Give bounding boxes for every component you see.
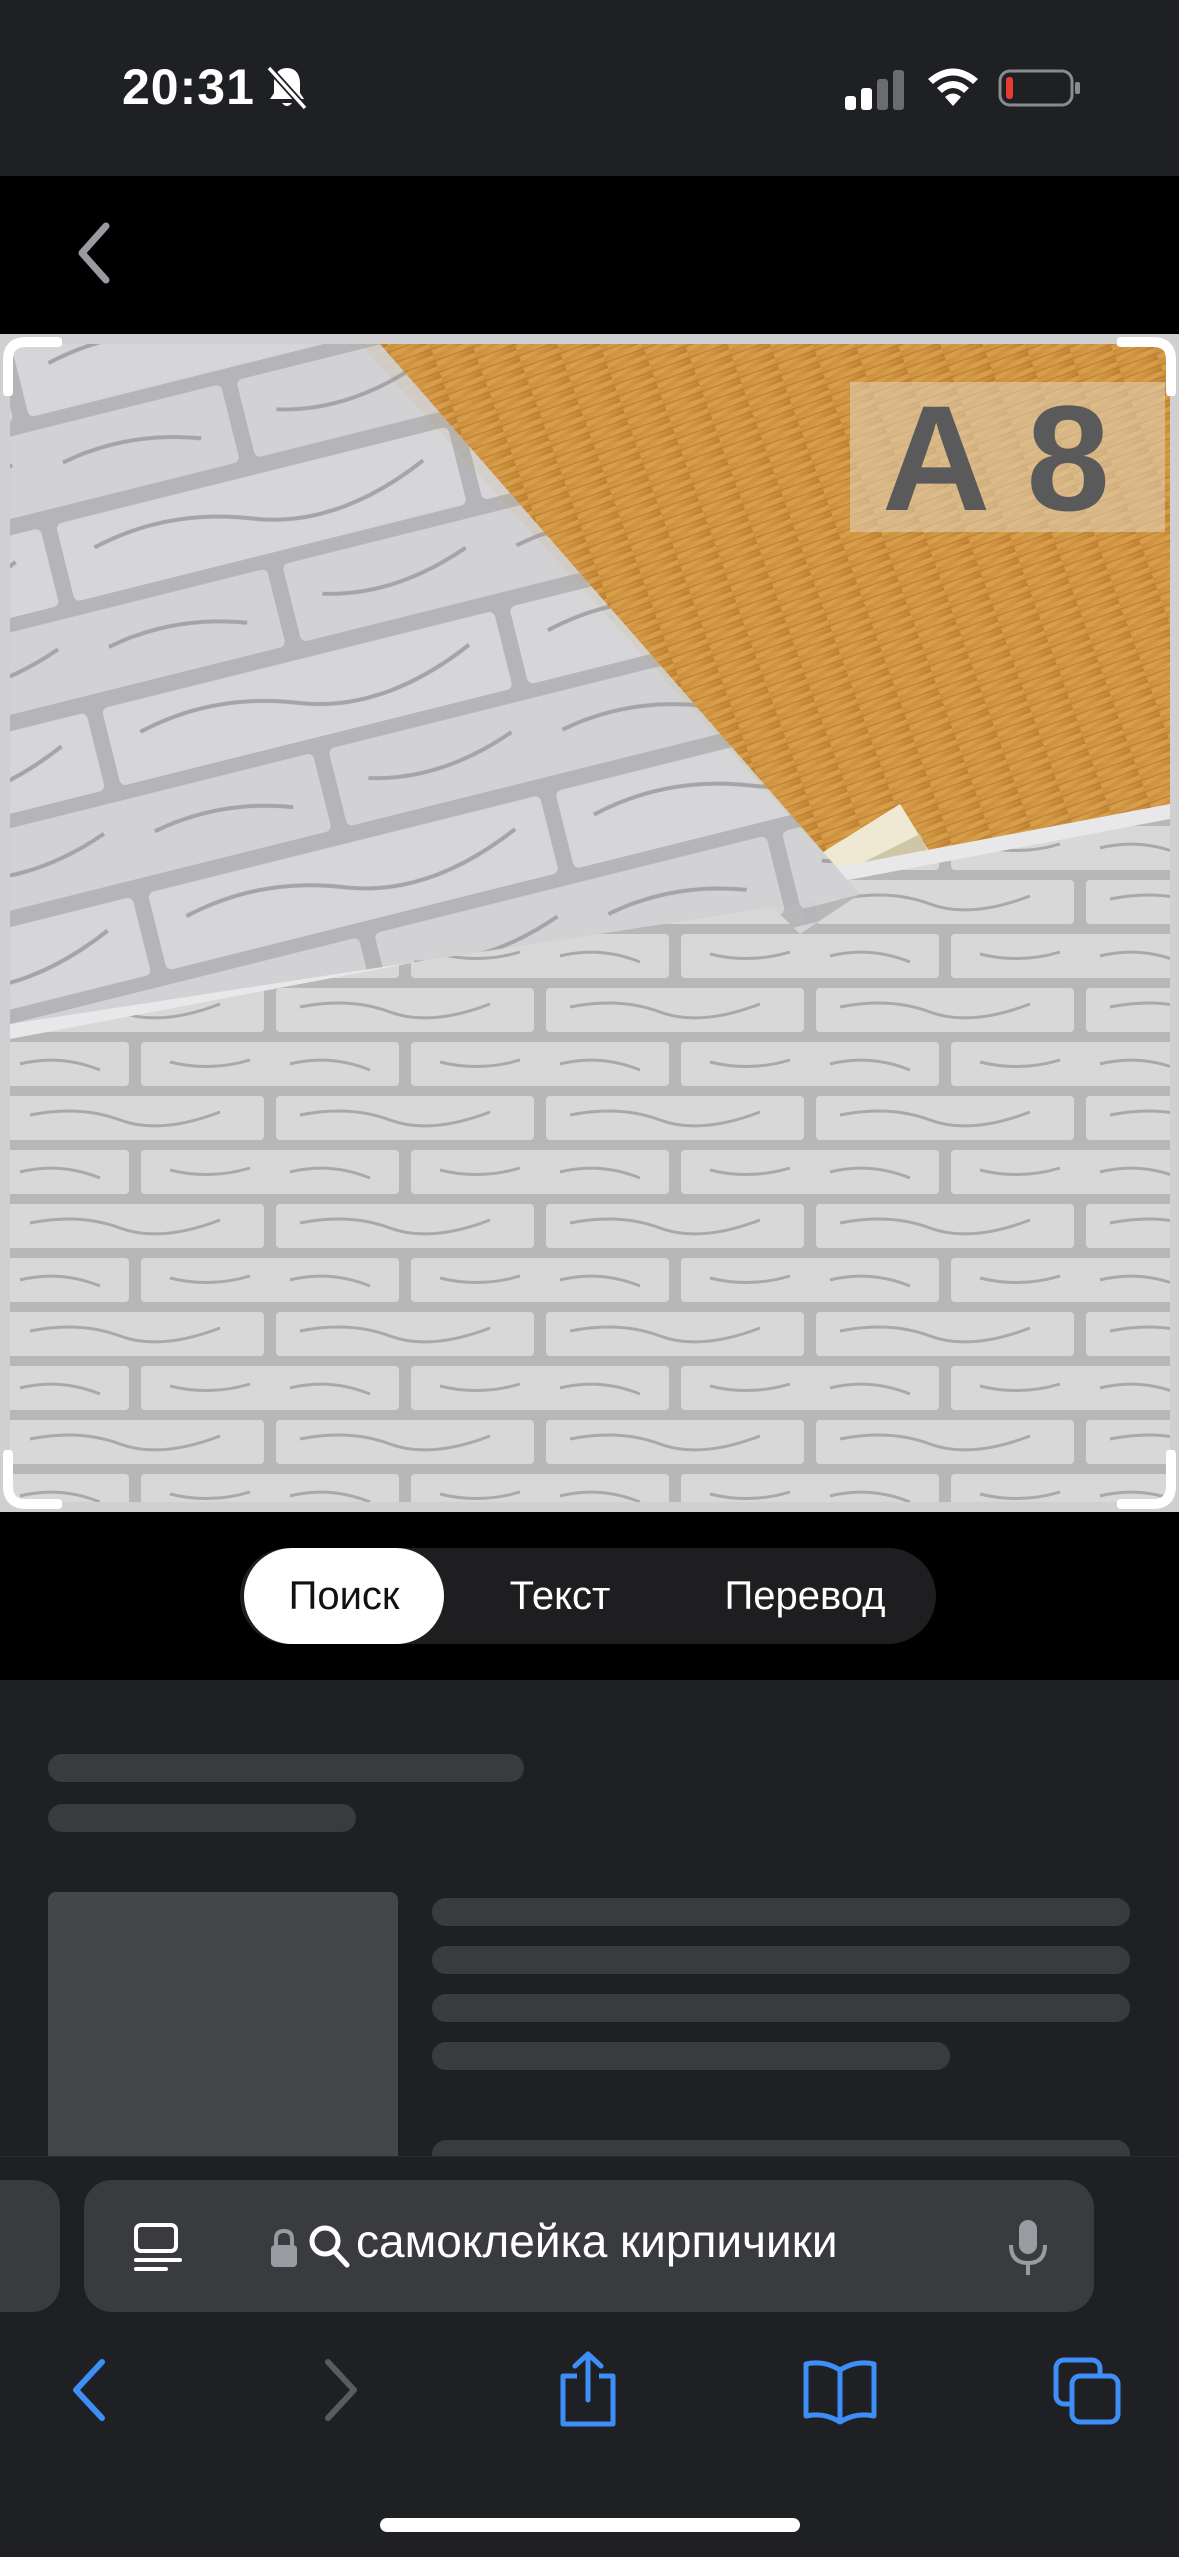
home-indicator <box>380 2518 800 2532</box>
results-loading-placeholder <box>0 1680 1179 2172</box>
lock-icon <box>271 2228 297 2267</box>
microphone-icon[interactable] <box>1008 2218 1048 2278</box>
skeleton-line <box>432 1946 1130 1974</box>
wifi-icon <box>928 68 978 106</box>
tab-text[interactable]: Текст <box>470 1548 650 1644</box>
battery-low-icon <box>998 69 1080 107</box>
back-icon[interactable] <box>62 2350 118 2430</box>
cellular-signal-icon <box>845 70 904 110</box>
image-overlay-label: A 8 <box>882 374 1110 542</box>
search-icon <box>309 2225 350 2268</box>
brick-wall-photo: A 8 <box>0 334 1179 1512</box>
tabs-icon[interactable] <box>1052 2350 1124 2430</box>
share-icon[interactable] <box>555 2350 621 2430</box>
visual-lookup-image[interactable]: A 8 <box>0 334 1179 1512</box>
tab-translate[interactable]: Перевод <box>690 1548 920 1644</box>
image-nav-bar <box>0 176 1179 334</box>
skeleton-thumbnail <box>48 1892 398 2172</box>
address-text[interactable]: самоклейка кирпичики <box>356 2214 838 2268</box>
forward-icon[interactable] <box>312 2350 368 2430</box>
skeleton-line <box>432 1898 1130 1926</box>
previous-tab-preview[interactable] <box>0 2180 60 2312</box>
tab-search[interactable]: Поиск <box>244 1548 444 1644</box>
status-time: 20:31 <box>122 59 255 115</box>
skeleton-line <box>432 1994 1130 2022</box>
status-bar: 20:31 <box>0 0 1179 176</box>
bell-slash-icon <box>266 65 308 111</box>
crop-corner-top-left[interactable] <box>2 336 62 396</box>
reader-mode-icon[interactable] <box>132 2222 184 2272</box>
chevron-left-icon[interactable] <box>70 218 120 288</box>
bookmarks-icon[interactable] <box>800 2350 880 2430</box>
crop-corner-bottom-right[interactable] <box>1117 1450 1177 1510</box>
crop-corner-top-right[interactable] <box>1117 336 1177 396</box>
skeleton-line <box>48 1804 356 1832</box>
crop-corner-bottom-left[interactable] <box>2 1450 62 1510</box>
skeleton-line <box>48 1754 524 1782</box>
skeleton-line <box>432 2042 950 2070</box>
